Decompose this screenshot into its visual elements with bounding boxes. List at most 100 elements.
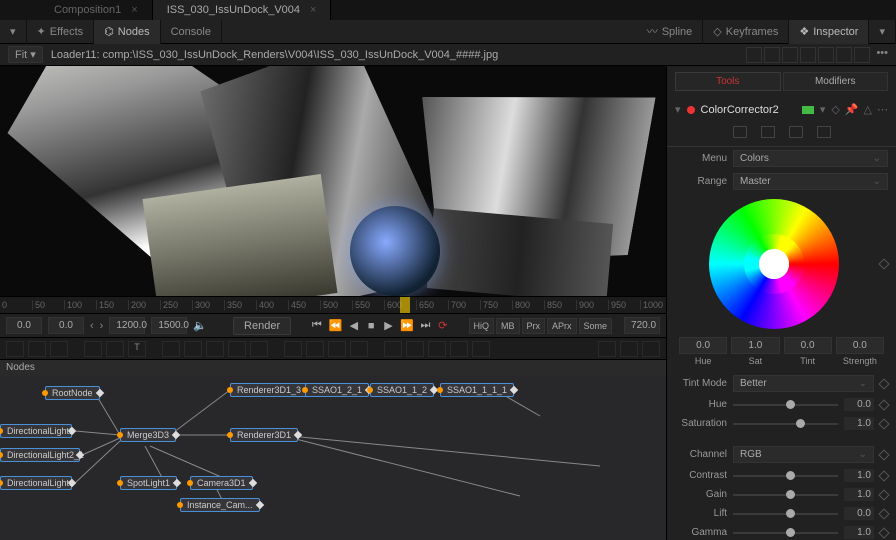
color-page-icon[interactable] (733, 126, 747, 138)
tool-icon[interactable] (250, 341, 268, 357)
tab-active-comp[interactable]: ISS_030_IssUnDock_V004× (153, 0, 332, 20)
slider-hue[interactable] (733, 404, 838, 406)
range-select[interactable]: Master⌄ (733, 173, 888, 190)
keyframe-diamond-icon[interactable] (878, 418, 889, 429)
playhead[interactable] (400, 297, 410, 313)
node-renderer3d1_3[interactable]: Renderer3D1_3 (230, 383, 308, 397)
range-start[interactable]: 1200.0 (109, 317, 145, 334)
node-spotlight1[interactable]: SpotLight1 (120, 476, 177, 490)
fit-selector[interactable]: Fit ▾ (8, 46, 43, 63)
val-hue[interactable]: 0.0 (679, 337, 727, 354)
close-icon[interactable]: × (131, 4, 137, 16)
inspector-tab-tools[interactable]: Tools (675, 72, 781, 91)
tab-composition1[interactable]: Composition1× (40, 0, 153, 20)
node-instance_cam...[interactable]: Instance_Cam... (180, 498, 260, 512)
menu-select[interactable]: Colors⌄ (733, 150, 888, 167)
tool-icon[interactable] (328, 341, 346, 357)
inspector-tab-modifiers[interactable]: Modifiers (783, 72, 889, 91)
options-page-icon[interactable] (817, 126, 831, 138)
node-ssao1_1_1_1[interactable]: SSAO1_1_1_1 (440, 383, 514, 397)
node-directionallight1[interactable]: DirectionalLight1 (0, 476, 72, 490)
next-key-icon[interactable]: › (100, 320, 104, 332)
keyframe-diamond-icon[interactable] (878, 258, 889, 269)
goto-end-icon[interactable]: ⏭ (420, 317, 431, 335)
quality-mode-aprx[interactable]: APrx (547, 318, 577, 334)
quality-mode-some[interactable]: Some (579, 318, 613, 334)
brush-tool-icon[interactable] (162, 341, 180, 357)
levels-page-icon[interactable] (761, 126, 775, 138)
keyframe-diamond-icon[interactable] (878, 489, 889, 500)
val-tint[interactable]: 0.0 (784, 337, 832, 354)
stop-icon[interactable]: ■ (365, 317, 376, 335)
tool-icon[interactable] (228, 341, 246, 357)
value-gain[interactable]: 1.0 (844, 488, 874, 501)
keyframes-tab[interactable]: ◇Keyframes (703, 20, 789, 44)
quality-mode-mb[interactable]: MB (496, 318, 520, 334)
tool-icon[interactable] (620, 341, 638, 357)
timeline-ruler[interactable]: 0501001502002503003504004505005506006507… (0, 296, 666, 314)
node-renderer3d1[interactable]: Renderer3D1 (230, 428, 298, 442)
keyframe-diamond-icon[interactable] (878, 527, 889, 538)
text-tool-icon[interactable]: T (128, 341, 146, 357)
slider-lift[interactable] (733, 513, 838, 515)
range-end[interactable]: 1500.0 (151, 317, 187, 334)
slider-gamma[interactable] (733, 532, 838, 534)
node-ssao1_2_1[interactable]: SSAO1_2_1 (305, 383, 369, 397)
range-out[interactable]: 720.0 (624, 317, 660, 334)
tintmode-select[interactable]: Better⌄ (733, 375, 874, 392)
tool-icon[interactable] (84, 341, 102, 357)
node-directionallight2_1[interactable]: DirectionalLight2_1 (0, 448, 80, 462)
tool-icon[interactable] (6, 341, 24, 357)
step-fwd-icon[interactable]: ⏩ (400, 317, 414, 335)
val-strength[interactable]: 0.0 (836, 337, 884, 354)
loop-icon[interactable]: ⟳ (437, 317, 448, 335)
suppress-page-icon[interactable] (789, 126, 803, 138)
range-in[interactable]: 0.0 (6, 317, 42, 334)
lock-icon[interactable]: △ (864, 103, 872, 116)
value-contrast[interactable]: 1.0 (844, 469, 874, 482)
node-rootnode[interactable]: RootNode (45, 386, 100, 400)
expand-icon[interactable]: ▾ (675, 103, 681, 116)
effects-tab[interactable]: ✦Effects (27, 20, 95, 44)
tool-icon[interactable] (350, 341, 368, 357)
current-frame[interactable]: 0.0 (48, 317, 84, 334)
quality-mode-hiq[interactable]: HiQ (469, 318, 495, 334)
close-icon[interactable]: × (310, 4, 316, 16)
prev-key-icon[interactable]: ‹ (90, 320, 94, 332)
tool-icon[interactable] (428, 341, 446, 357)
pin-icon[interactable]: 📌 (845, 103, 859, 116)
tool-icon[interactable] (384, 341, 402, 357)
step-back-icon[interactable]: ⏪ (328, 317, 342, 335)
keyframe-diamond-icon[interactable] (878, 378, 889, 389)
render-button[interactable]: Render (233, 317, 291, 335)
node-merge3d3[interactable]: Merge3D3 (120, 428, 176, 442)
node-graph[interactable]: RootNodeRenderer3D1_3SSAO1_2_1SSAO1_1_2S… (0, 376, 666, 540)
play-icon[interactable]: ▶ (383, 317, 394, 335)
value-lift[interactable]: 0.0 (844, 507, 874, 520)
console-tab[interactable]: Console (161, 20, 222, 44)
audio-icon[interactable]: 🔈 (193, 319, 207, 332)
tool-icon[interactable] (28, 341, 46, 357)
tool-icon[interactable] (406, 341, 424, 357)
tool-icon[interactable] (598, 341, 616, 357)
expand-right[interactable]: ▾ (869, 20, 896, 44)
expand-toggle[interactable]: ▾ (0, 20, 27, 44)
spline-tab[interactable]: 〰Spline (637, 20, 704, 44)
val-sat[interactable]: 1.0 (731, 337, 779, 354)
keyframe-diamond-icon[interactable] (878, 449, 889, 460)
goto-start-icon[interactable]: ⏮ (311, 317, 322, 335)
tool-icon[interactable] (50, 341, 68, 357)
keyframe-icon[interactable]: ◇ (831, 103, 839, 116)
value-gamma[interactable]: 1.0 (844, 526, 874, 539)
tool-icon[interactable] (284, 341, 302, 357)
tool-icon[interactable] (106, 341, 124, 357)
value-saturation[interactable]: 1.0 (844, 417, 874, 430)
settings-icon[interactable]: ⋯ (877, 103, 888, 116)
nodes-tab[interactable]: ⌬Nodes (94, 20, 160, 44)
tool-icon[interactable] (184, 341, 202, 357)
keyframe-diamond-icon[interactable] (878, 470, 889, 481)
node-camera3d1[interactable]: Camera3D1 (190, 476, 253, 490)
play-reverse-icon[interactable]: ◀ (348, 317, 359, 335)
node-directionallight2[interactable]: DirectionalLight2 (0, 424, 72, 438)
color-wheel[interactable] (709, 199, 839, 329)
